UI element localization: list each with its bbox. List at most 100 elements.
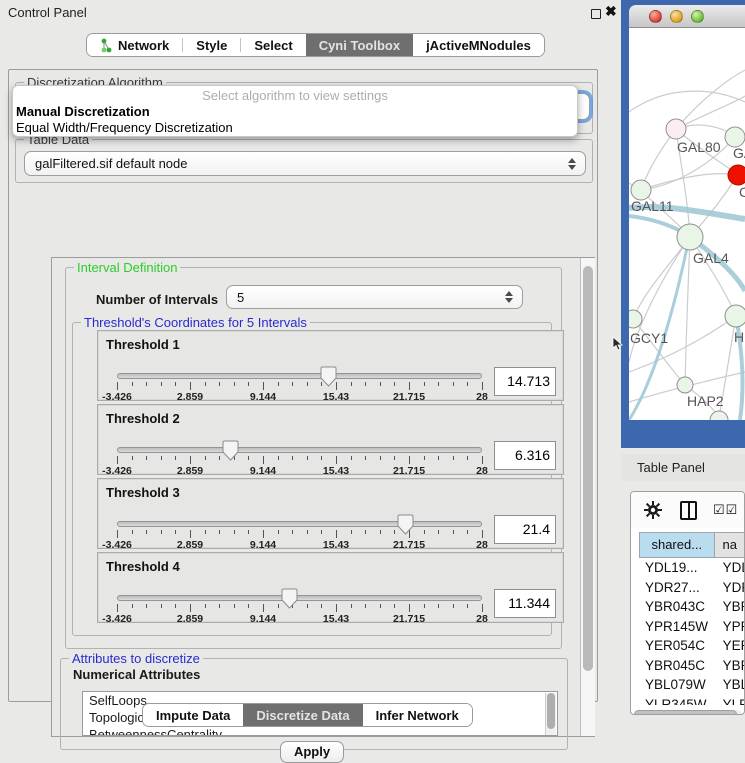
network-graph: GAL80GACGAL11GAL4GCY1HHAP2: [629, 28, 745, 420]
network-node: [725, 127, 745, 147]
slider-track[interactable]: [117, 373, 482, 379]
num-intervals-combobox[interactable]: 5: [226, 285, 523, 309]
network-node-label: H: [734, 329, 744, 345]
slider-thumb[interactable]: [222, 440, 239, 466]
slider-thumb[interactable]: [397, 514, 414, 540]
tab-style[interactable]: Style: [183, 34, 240, 56]
table-row[interactable]: YDR27...YDR2: [639, 578, 745, 598]
columns-icon[interactable]: [680, 501, 697, 520]
tab-jactivemnodules[interactable]: jActiveMNodules: [413, 34, 544, 56]
cell-name[interactable]: YPR1: [715, 617, 745, 637]
cell-name[interactable]: YBR0: [715, 656, 745, 676]
column-header-name[interactable]: na: [715, 532, 745, 558]
top-tab-bar: Network Style Select Cyni Toolbox jActiveMNo…: [86, 33, 545, 57]
slider-track[interactable]: [117, 521, 482, 527]
cell-shared-name[interactable]: YBL079W: [639, 675, 715, 695]
threshold-value-field[interactable]: 14.713: [494, 367, 556, 396]
cyni-toolbox-panel: Discretization Algorithm Table Data galF…: [8, 69, 598, 702]
num-intervals-value: 5: [227, 290, 502, 305]
network-node-label: GAL80: [677, 139, 721, 155]
network-window-titlebar[interactable]: [629, 5, 745, 28]
slider-track[interactable]: [117, 595, 482, 601]
horizontal-scrollbar[interactable]: [634, 710, 742, 715]
control-panel: Control Panel ✖ NetworkStyleSelectCyni T…: [0, 0, 621, 745]
table-header-row: shared... na: [639, 532, 745, 558]
table-row[interactable]: YDL19...YDL1: [639, 558, 745, 578]
tab-label: Infer Network: [376, 708, 459, 723]
algorithm-dropdown-popup: Select algorithm to view settings Manual…: [12, 85, 578, 137]
threshold-value-field[interactable]: 21.4: [494, 515, 556, 544]
tab-infer-network[interactable]: Infer Network: [363, 704, 472, 726]
zoom-traffic-light-icon[interactable]: [691, 10, 704, 23]
slider-thumb[interactable]: [320, 366, 337, 392]
cell-name[interactable]: YLR3: [715, 695, 745, 706]
tab-cyni-toolbox[interactable]: Cyni Toolbox: [306, 34, 413, 56]
network-node: [629, 310, 642, 328]
tab-select[interactable]: Select: [241, 34, 305, 56]
table-row[interactable]: YBL079WYBL0: [639, 675, 745, 695]
slider-track[interactable]: [117, 447, 482, 453]
slider-ticks: [117, 456, 482, 465]
threshold-value-field[interactable]: 6.316: [494, 441, 556, 470]
dropdown-item[interactable]: Equal Width/Frequency Discretization: [13, 120, 577, 136]
cell-shared-name[interactable]: YPR145W: [639, 617, 715, 637]
cell-shared-name[interactable]: YDR27...: [639, 578, 715, 598]
panel-scrollbar[interactable]: [580, 258, 595, 736]
cell-name[interactable]: YBL0: [715, 675, 745, 695]
network-edge: [629, 91, 745, 112]
minimize-traffic-light-icon[interactable]: [670, 10, 683, 23]
close-icon[interactable]: ✖: [605, 3, 617, 20]
cell-shared-name[interactable]: YLR345W: [639, 695, 715, 706]
cell-name[interactable]: YER0: [715, 636, 745, 656]
cell-name[interactable]: YBR0: [715, 597, 745, 617]
table-row[interactable]: YER054CYER0: [639, 636, 745, 656]
tab-network[interactable]: Network: [87, 34, 182, 56]
tab-label: Cyni Toolbox: [319, 38, 400, 53]
tab-label: Style: [196, 38, 227, 53]
gear-icon[interactable]: [644, 501, 662, 519]
table-row[interactable]: YBR045CYBR0: [639, 656, 745, 676]
close-traffic-light-icon[interactable]: [649, 10, 662, 23]
threshold-row: Threshold 1-3.4262.8599.14415.4321.71528…: [97, 330, 564, 401]
slider-ticks: [117, 604, 482, 613]
interval-definition-group: Interval Definition Number of Intervals …: [65, 267, 562, 649]
tab-label: Select: [254, 38, 292, 53]
list-scrollbar[interactable]: [545, 693, 556, 736]
tab-discretize-data[interactable]: Discretize Data: [243, 704, 362, 726]
table-row[interactable]: YPR145WYPR1: [639, 617, 745, 637]
float-window-icon[interactable]: [591, 9, 601, 19]
attribute-list-item[interactable]: BetweennessCentrality: [83, 726, 557, 736]
dropdown-item[interactable]: Manual Discretization: [13, 104, 577, 120]
slider-ticks: [117, 382, 482, 391]
spinner-icon: [565, 158, 579, 170]
table-panel-header: Table Panel: [621, 454, 745, 481]
apply-button[interactable]: Apply: [280, 741, 344, 763]
cell-name[interactable]: YDL1: [715, 558, 745, 578]
network-view-window: GAL80GACGAL11GAL4GCY1HHAP2: [621, 0, 745, 448]
table-row[interactable]: YBR043CYBR0: [639, 597, 745, 617]
network-canvas[interactable]: GAL80GACGAL11GAL4GCY1HHAP2: [629, 28, 745, 420]
cell-shared-name[interactable]: YER054C: [639, 636, 715, 656]
num-intervals-label: Number of Intervals: [96, 292, 218, 307]
cell-name[interactable]: YDR2: [715, 578, 745, 598]
node-table[interactable]: shared... na YDL19...YDL1YDR27...YDR2YBR…: [639, 532, 745, 705]
network-edge: [676, 70, 745, 129]
network-node: [631, 180, 651, 200]
tab-impute-data[interactable]: Impute Data: [143, 704, 243, 726]
threshold-label: Threshold 2: [106, 411, 180, 426]
dropdown-placeholder: Select algorithm to view settings: [13, 86, 577, 104]
slider-tick-labels: -3.4262.8599.14415.4321.71528: [117, 465, 482, 477]
table-data-combobox[interactable]: galFiltered.sif default node: [24, 151, 586, 176]
threshold-value-field[interactable]: 11.344: [494, 589, 556, 618]
cell-shared-name[interactable]: YDL19...: [639, 558, 715, 578]
table-row[interactable]: YLR345WYLR3: [639, 695, 745, 706]
cell-shared-name[interactable]: YBR043C: [639, 597, 715, 617]
table-panel-body: ☑☑ shared... na YDL19...YDL1YDR27...YDR2…: [621, 481, 745, 745]
slider-thumb[interactable]: [281, 588, 298, 614]
cell-shared-name[interactable]: YBR045C: [639, 656, 715, 676]
slider-tick-labels: -3.4262.8599.14415.4321.71528: [117, 539, 482, 551]
table-panel-title: Table Panel: [637, 460, 705, 475]
table-data-value: galFiltered.sif default node: [25, 156, 565, 171]
column-header-shared[interactable]: shared...: [639, 532, 715, 558]
checkbox-icons[interactable]: ☑☑: [713, 502, 738, 518]
